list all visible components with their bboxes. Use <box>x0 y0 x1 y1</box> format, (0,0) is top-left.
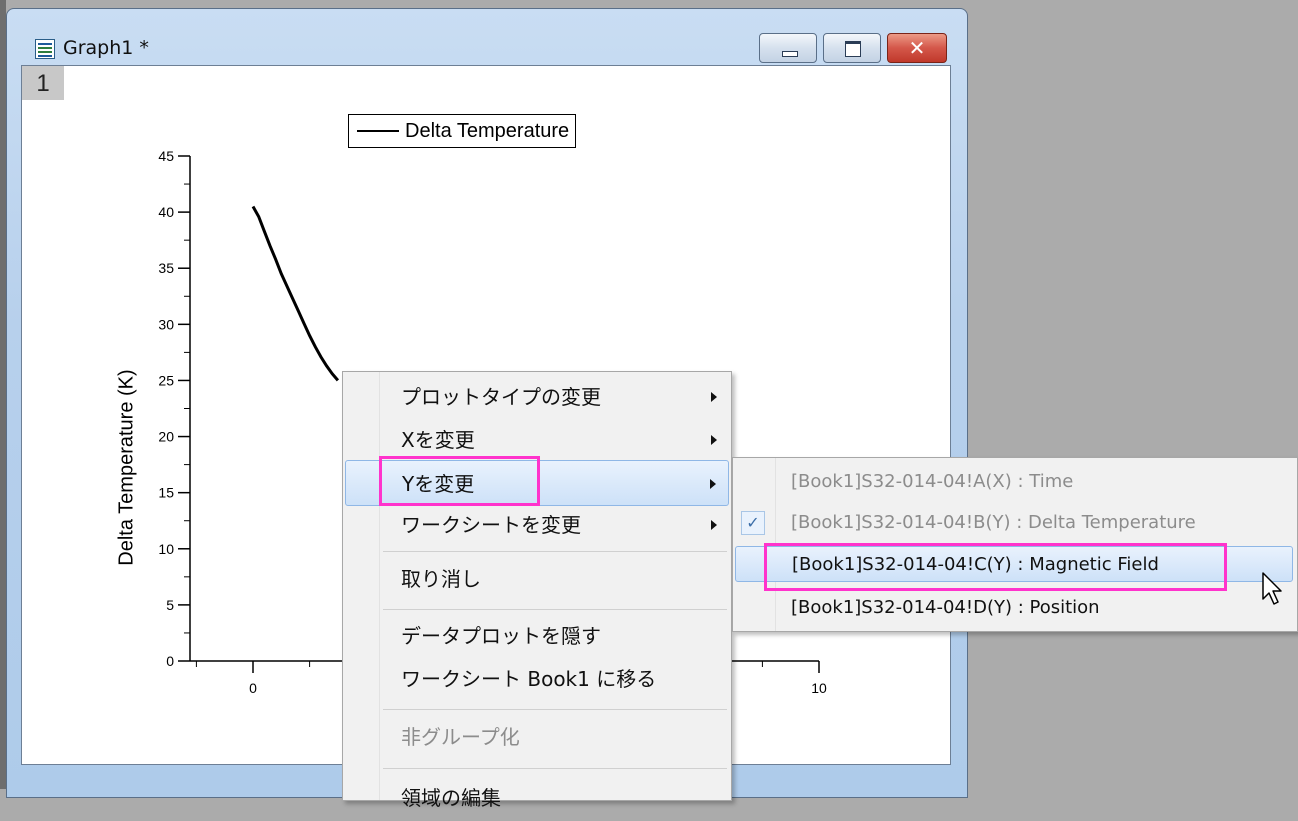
submenu-item-label: [Book1]S32-014-04!A(X) : Time <box>791 471 1074 492</box>
submenu-arrow-icon <box>711 392 717 402</box>
menu-item-label: ワークシート Book1 に移る <box>401 667 657 691</box>
y-tick-label: 30 <box>158 316 174 332</box>
legend[interactable]: Delta Temperature <box>348 114 577 148</box>
submenu-item-position[interactable]: [Book1]S32-014-04!D(Y) : Position <box>735 590 1293 626</box>
submenu-item-label: [Book1]S32-014-04!B(Y) : Delta Temperatu… <box>791 512 1196 533</box>
menu-item-change-worksheet[interactable]: ワークシートを変更 <box>345 502 729 548</box>
y-axis-title[interactable]: Delta Temperature (K) <box>116 318 139 618</box>
menu-item-ungroup: 非グループ化 <box>345 714 729 760</box>
menu-item-label: 領域の編集 <box>401 786 501 810</box>
close-icon: ✕ <box>908 36 926 60</box>
y-tick-label: 20 <box>158 429 174 445</box>
context-menu: プロットタイプの変更 Xを変更 Yを変更 ワークシートを変更 取り消し データプ… <box>342 371 732 810</box>
menu-separator <box>383 768 727 769</box>
submenu-item-time: [Book1]S32-014-04!A(X) : Time <box>735 464 1293 500</box>
submenu-arrow-icon <box>711 520 717 530</box>
close-button[interactable]: ✕ <box>887 33 947 63</box>
y-tick-label: 15 <box>158 485 174 501</box>
menu-separator <box>383 609 727 610</box>
menu-separator <box>383 551 727 552</box>
submenu-item-delta-temperature: ✓ [Book1]S32-014-04!B(Y) : Delta Tempera… <box>735 505 1293 541</box>
minimize-button[interactable] <box>759 33 817 63</box>
y-tick-label: 25 <box>158 372 174 388</box>
menu-item-label: 非グループ化 <box>401 725 520 749</box>
menu-item-label: ワークシートを変更 <box>401 513 581 537</box>
maximize-button[interactable] <box>823 33 881 63</box>
graph-window-icon[interactable] <box>35 39 55 59</box>
y-tick-label: 45 <box>158 148 174 164</box>
submenu-arrow-icon <box>711 435 717 445</box>
submenu-item-label: [Book1]S32-014-04!D(Y) : Position <box>791 597 1100 618</box>
menu-item-hide-data-plot[interactable]: データプロットを隠す <box>345 613 729 659</box>
y-tick-label: 5 <box>166 597 174 613</box>
y-tick-label: 0 <box>166 653 174 669</box>
y-tick-label: 40 <box>158 204 174 220</box>
menu-item-label: データプロットを隠す <box>401 624 601 648</box>
menu-item-label: プロットタイプの変更 <box>401 385 601 409</box>
menu-item-undo[interactable]: 取り消し <box>345 556 729 602</box>
x-tick-label: 10 <box>811 680 827 696</box>
y-tick-label: 10 <box>158 541 174 557</box>
delta-temperature-line <box>251 205 340 382</box>
window-title: Graph1 * <box>63 37 149 59</box>
mouse-pointer-icon <box>1262 572 1282 605</box>
submenu-arrow-icon <box>710 479 716 489</box>
menu-item-change-plot-type[interactable]: プロットタイプの変更 <box>345 374 729 420</box>
menu-separator <box>383 709 727 710</box>
x-tick-label: 0 <box>249 680 257 696</box>
y-change-highlight <box>379 456 540 506</box>
magnetic-field-highlight <box>764 543 1227 591</box>
checkmark-icon: ✓ <box>741 511 765 535</box>
menu-item-label: 取り消し <box>401 567 481 591</box>
menu-item-edit-range[interactable]: 領域の編集 <box>345 775 729 821</box>
y-tick-label: 35 <box>158 260 174 276</box>
menu-item-go-to-worksheet[interactable]: ワークシート Book1 に移る <box>345 656 729 702</box>
